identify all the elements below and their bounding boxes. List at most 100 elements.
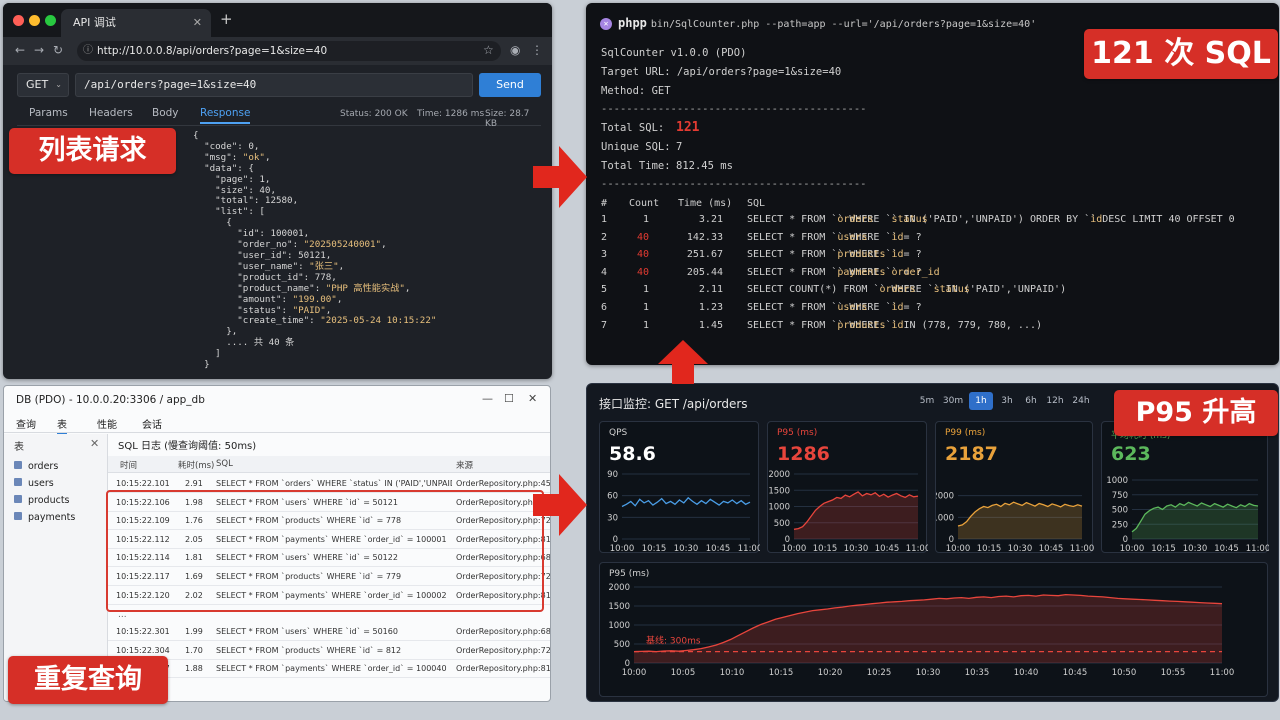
- tab-body[interactable]: Body: [152, 107, 179, 119]
- menu-performance[interactable]: 性能: [97, 416, 117, 431]
- baseline-label: 基线: 300ms: [646, 635, 701, 647]
- col-time[interactable]: 时间: [120, 459, 137, 471]
- table-icon: [14, 512, 22, 520]
- sql-stats-row: 5 1 2.11 SELECT COUNT(*) FROM ` orders ` WHER…: [586, 284, 1279, 301]
- x-tick-label: 10:55: [1161, 668, 1186, 678]
- menu-icon[interactable]: ⋮: [531, 43, 543, 57]
- unique-sql-label: Unique SQL:: [601, 141, 671, 153]
- x-tick-label: 10:30: [1183, 544, 1208, 554]
- series-area: [634, 594, 1222, 663]
- x-tick-label: 11:00: [1070, 544, 1094, 554]
- reload-icon[interactable]: ↻: [53, 43, 63, 57]
- total-time-value: 812.45 ms: [676, 160, 733, 172]
- total-time-label: Total Time:: [601, 160, 671, 172]
- bookmark-star-icon[interactable]: ☆: [483, 43, 494, 57]
- request-bar: GET ⌄ /api/orders?page=1&size=40 Send: [17, 73, 541, 97]
- y-tick-label: 30: [607, 513, 618, 523]
- sql-stats-n: 1: [601, 214, 608, 225]
- col-source[interactable]: 来源: [456, 459, 473, 471]
- sql-log-row[interactable]: 10:15:22.301 1.99 SELECT * FROM `users` WH…: [108, 622, 550, 641]
- close-window-icon[interactable]: [13, 15, 24, 26]
- sql-stats-row: 2 40 142.33 SELECT * FROM ` users ` WHERE ` id…: [586, 232, 1279, 249]
- sql-log-row[interactable]: 10:15:22.304 1.70 SELECT * FROM `products`…: [108, 641, 551, 660]
- sql-stats-count: 1: [642, 214, 649, 225]
- sql-log-column-headers: 时间 耗时(ms) SQL 来源: [108, 456, 550, 473]
- method-value: GET: [26, 78, 49, 91]
- x-tick-label: 10:00: [622, 668, 647, 678]
- y-tick-label: 1500: [768, 486, 790, 496]
- sql-stats-sql: SELECT * FROM ` users ` WHERE ` id ` = ?: [747, 302, 922, 313]
- browser-tab-bar: API 调试 ✕ +: [3, 3, 552, 37]
- sidebar-item-users[interactable]: users: [14, 478, 54, 489]
- menu-sessions[interactable]: 会话: [142, 416, 162, 431]
- range-24h[interactable]: 24h: [1069, 392, 1093, 410]
- response-tabs: Params Headers Body Response Status: 200…: [17, 104, 541, 129]
- back-icon[interactable]: ←: [15, 43, 25, 57]
- sql-stats-count: 1: [642, 284, 649, 296]
- minimize-window-icon[interactable]: [29, 15, 40, 26]
- sql-stats-sql: SELECT COUNT(*) FROM ` orders ` WHERE ` sta…: [747, 284, 1067, 296]
- db-window-title: DB (PDO) - 10.0.0.20:3306 / app_db: [16, 394, 205, 406]
- sidebar-item-orders[interactable]: orders: [14, 461, 58, 472]
- unique-sql-value: 7: [676, 141, 683, 153]
- y-tick-label: 750: [1112, 491, 1128, 501]
- forward-icon[interactable]: →: [34, 43, 44, 57]
- method-select[interactable]: GET ⌄: [17, 73, 69, 97]
- sql-stats-time: 2.11: [698, 284, 723, 296]
- range-6h[interactable]: 6h: [1019, 392, 1043, 410]
- sql-stats-count: 40: [636, 266, 649, 278]
- sql-stats-n: 6: [601, 302, 608, 313]
- range-12h[interactable]: 12h: [1043, 392, 1067, 410]
- sql-stats-row: 3 40 251.67 SELECT * FROM ` products ` WHERE …: [586, 249, 1279, 266]
- site-info-icon[interactable]: ⓘ: [83, 41, 93, 61]
- x-tick-label: 10:35: [965, 668, 990, 678]
- address-bar-url: http://10.0.0.8/api/orders?page=1&size=4…: [97, 45, 328, 57]
- address-bar[interactable]: ⓘ http://10.0.0.8/api/orders?page=1&size…: [77, 41, 501, 61]
- send-button[interactable]: Send: [479, 73, 541, 97]
- tab-headers[interactable]: Headers: [89, 107, 133, 119]
- sql-stats-n: 5: [601, 284, 608, 296]
- profile-icon[interactable]: ◉: [510, 43, 520, 57]
- x-tick-label: 10:10: [720, 668, 745, 678]
- response-line: ]: [193, 348, 221, 360]
- col-duration[interactable]: 耗时(ms): [178, 459, 214, 471]
- close-tab-icon[interactable]: ✕: [193, 9, 202, 37]
- sidebar-item-products[interactable]: products: [14, 495, 70, 506]
- x-tick-label: 10:00: [1120, 544, 1145, 554]
- sql-log-row[interactable]: 10:15:22.3071.88SELECT * FROM `payments`…: [108, 659, 550, 679]
- menu-query[interactable]: 查询: [16, 416, 36, 431]
- sql-stats-row: 1 1 3.21 SELECT * FROM ` orders ` WHERE ` stat…: [586, 214, 1279, 231]
- range-30m[interactable]: 30m: [941, 392, 965, 410]
- chevron-down-icon: ⌄: [55, 80, 62, 89]
- y-tick-label: 1000: [936, 513, 954, 523]
- avg-chart: 0250500750100010:00 10:15 10:30 10:45 11:00: [1106, 476, 1269, 554]
- close-panel-icon[interactable]: ✕: [90, 437, 99, 450]
- close-icon[interactable]: ✕: [528, 392, 537, 405]
- range-3h[interactable]: 3h: [995, 392, 1019, 410]
- tab-params[interactable]: Params: [29, 107, 68, 119]
- response-line: .... 共 40 条: [193, 337, 295, 349]
- x-tick-label: 10:20: [818, 668, 843, 678]
- x-tick-label: 10:45: [706, 544, 731, 554]
- x-tick-label: 10:40: [1014, 668, 1039, 678]
- request-path-input[interactable]: /api/orders?page=1&size=40: [75, 73, 473, 97]
- minimize-icon[interactable]: —: [482, 392, 493, 405]
- new-tab-icon[interactable]: +: [220, 10, 233, 28]
- col-header-sql: SQL: [747, 198, 766, 209]
- sql-log-sql: SELECT * FROM `payments` WHERE `order_id…: [216, 664, 447, 674]
- db-menu-bar: 查询 表 性能 会话: [4, 413, 550, 435]
- response-line: "data": {: [193, 162, 254, 174]
- range-1h[interactable]: 1h: [969, 392, 993, 410]
- col-sql[interactable]: SQL: [216, 459, 233, 469]
- sidebar-item-payments[interactable]: payments: [14, 512, 75, 523]
- sql-log-src: OrderRepository.php:72: [456, 645, 551, 655]
- menu-tables[interactable]: 表: [57, 416, 67, 435]
- sql-stats-sql: SELECT * FROM ` payments ` WHERE ` order_id…: [747, 266, 940, 278]
- browser-toolbar: ← → ↻ ⓘ http://10.0.0.8/api/orders?page=…: [3, 37, 552, 65]
- maximize-icon[interactable]: ☐: [504, 392, 514, 405]
- range-5m[interactable]: 5m: [915, 392, 939, 410]
- maximize-window-icon[interactable]: [45, 15, 56, 26]
- p95-chart: 050010001500200010:00 10:15 10:30 10:45 11:0…: [768, 470, 928, 554]
- browser-tab[interactable]: API 调试 ✕: [61, 9, 211, 37]
- tab-response[interactable]: Response: [200, 107, 251, 124]
